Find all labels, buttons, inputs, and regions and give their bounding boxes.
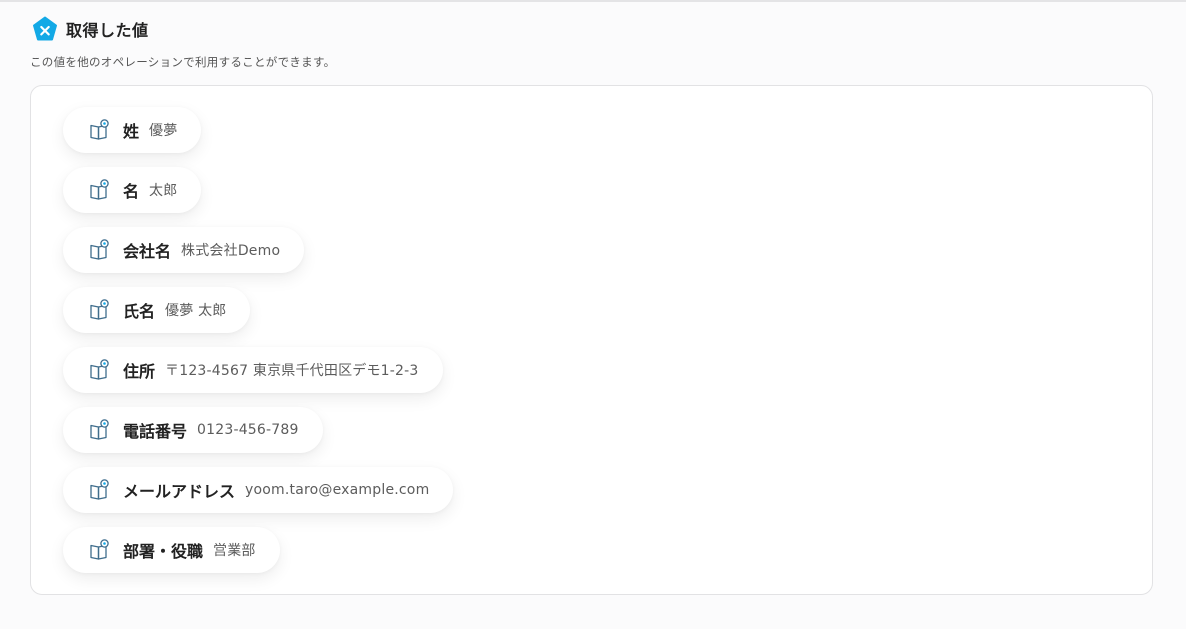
field-value: 優夢 [149,123,178,139]
field-chip-email[interactable]: メールアドレス yoom.taro@example.com [63,467,454,513]
book-pin-icon [90,179,109,200]
book-pin-icon [90,419,109,440]
field-label: メールアドレス [123,482,236,501]
section-header: 取得した値 [32,16,149,42]
field-chip-department[interactable]: 部署・役職 営業部 [63,527,280,573]
field-label: 住所 [123,362,156,381]
field-value: 〒123-4567 東京県千代田区デモ1-2-3 [165,363,419,379]
field-chip-address[interactable]: 住所 〒123-4567 東京県千代田区デモ1-2-3 [63,347,443,393]
field-chip-company[interactable]: 会社名 株式会社Demo [63,227,305,273]
field-value: 営業部 [213,543,256,559]
field-label: 会社名 [123,242,172,261]
field-value: 優夢 太郎 [165,303,227,319]
field-chip-last-name[interactable]: 姓 優夢 [63,107,202,153]
field-value: 株式会社Demo [181,243,281,259]
book-pin-icon [90,479,109,500]
section-title: 取得した値 [66,21,149,40]
book-pin-icon [90,299,109,320]
book-pin-icon [90,119,109,140]
book-pin-icon [90,359,109,380]
field-value: 0123-456-789 [197,422,299,438]
field-label: 部署・役職 [123,542,204,561]
field-value: 太郎 [149,183,178,199]
book-pin-icon [90,239,109,260]
field-chip-phone[interactable]: 電話番号 0123-456-789 [63,407,323,453]
field-label: 名 [123,182,140,201]
field-value: yoom.taro@example.com [245,482,430,498]
field-label: 氏名 [123,302,156,321]
field-label: 電話番号 [123,422,188,441]
variable-icon [33,16,57,41]
section-description: この値を他のオペレーションで利用することができます。 [30,55,336,69]
top-divider [0,0,1186,2]
field-chip-full-name[interactable]: 氏名 優夢 太郎 [63,287,251,333]
values-panel: 姓 優夢 名 太郎 会社名 株式会社Demo 氏名 優夢 太郎 住所 〒123-… [30,85,1153,595]
field-chip-first-name[interactable]: 名 太郎 [63,167,202,213]
book-pin-icon [90,539,109,560]
field-label: 姓 [123,122,140,141]
